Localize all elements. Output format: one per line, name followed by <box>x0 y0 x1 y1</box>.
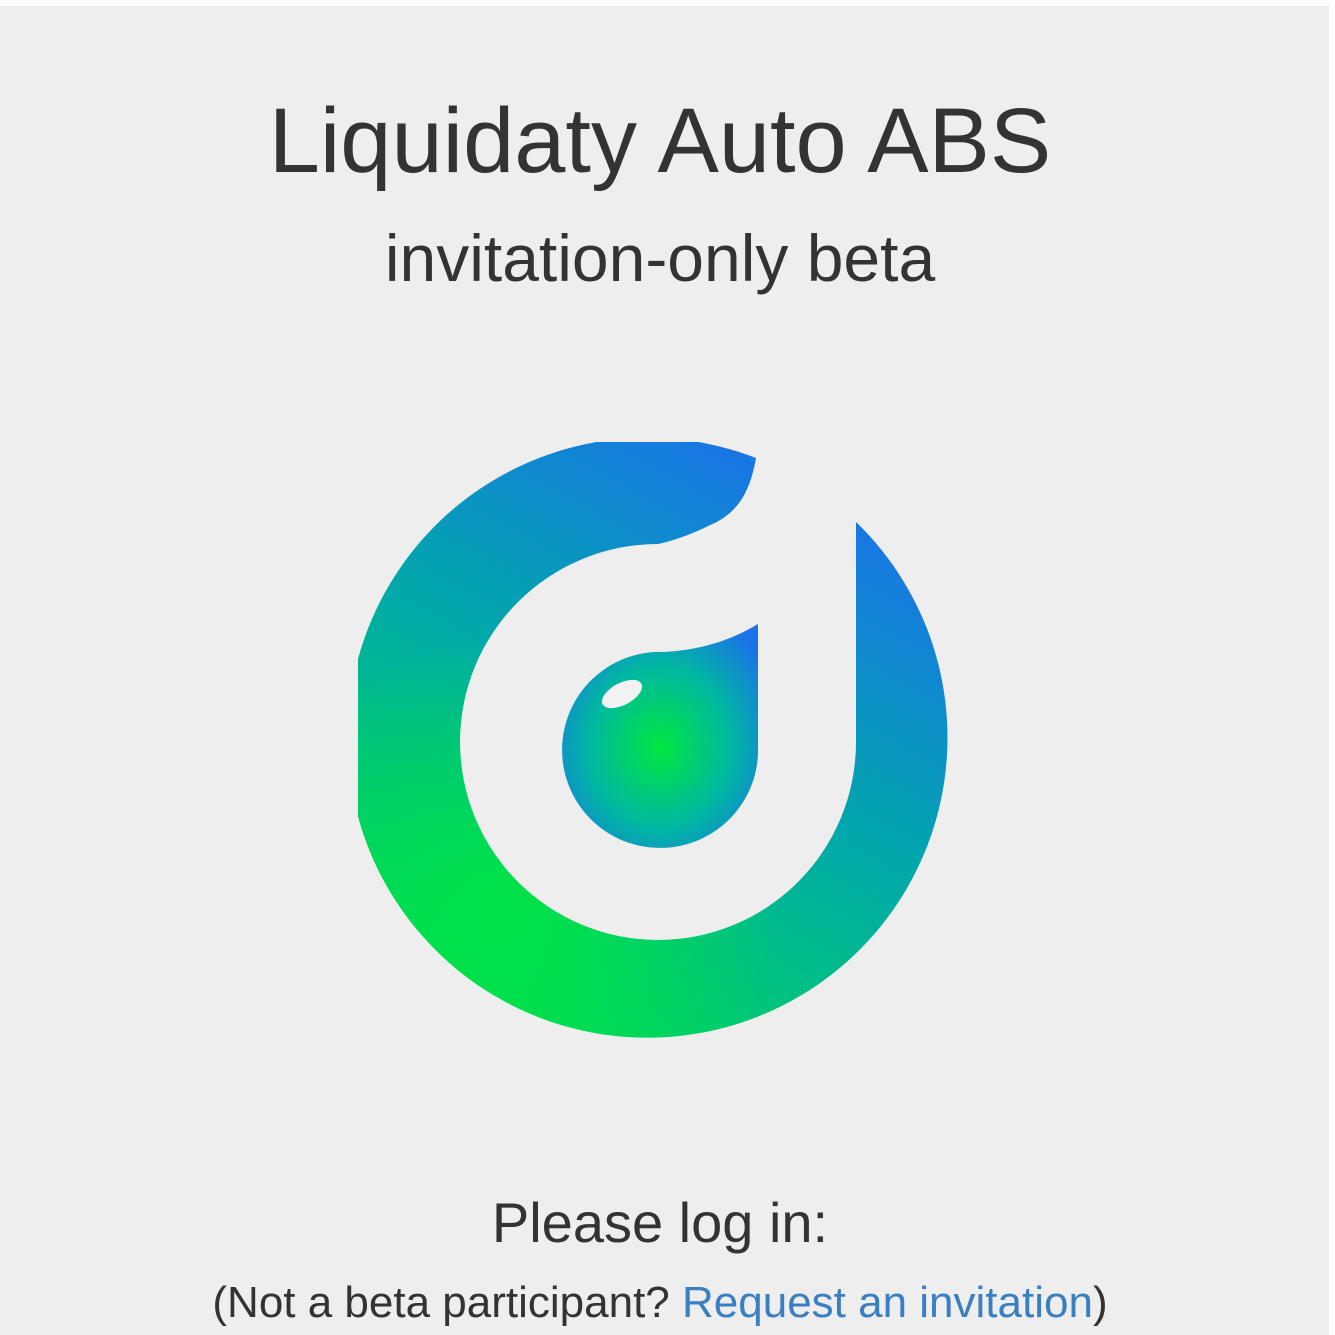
invitation-prefix: (Not a beta participant? <box>212 1278 682 1327</box>
request-invitation-link[interactable]: Request an invitation <box>682 1278 1093 1327</box>
invitation-suffix: ) <box>1092 1278 1108 1327</box>
login-prompt: Please log in: <box>491 1191 829 1254</box>
liquidaty-drop-logo-icon <box>358 442 962 1046</box>
login-page: Liquidaty Auto ABS invitation-only beta <box>0 6 1329 1335</box>
invitation-line: (Not a beta participant? Request an invi… <box>0 1276 1320 1330</box>
page-title: Liquidaty Auto ABS <box>268 90 1052 192</box>
page-subtitle: invitation-only beta <box>384 221 936 295</box>
